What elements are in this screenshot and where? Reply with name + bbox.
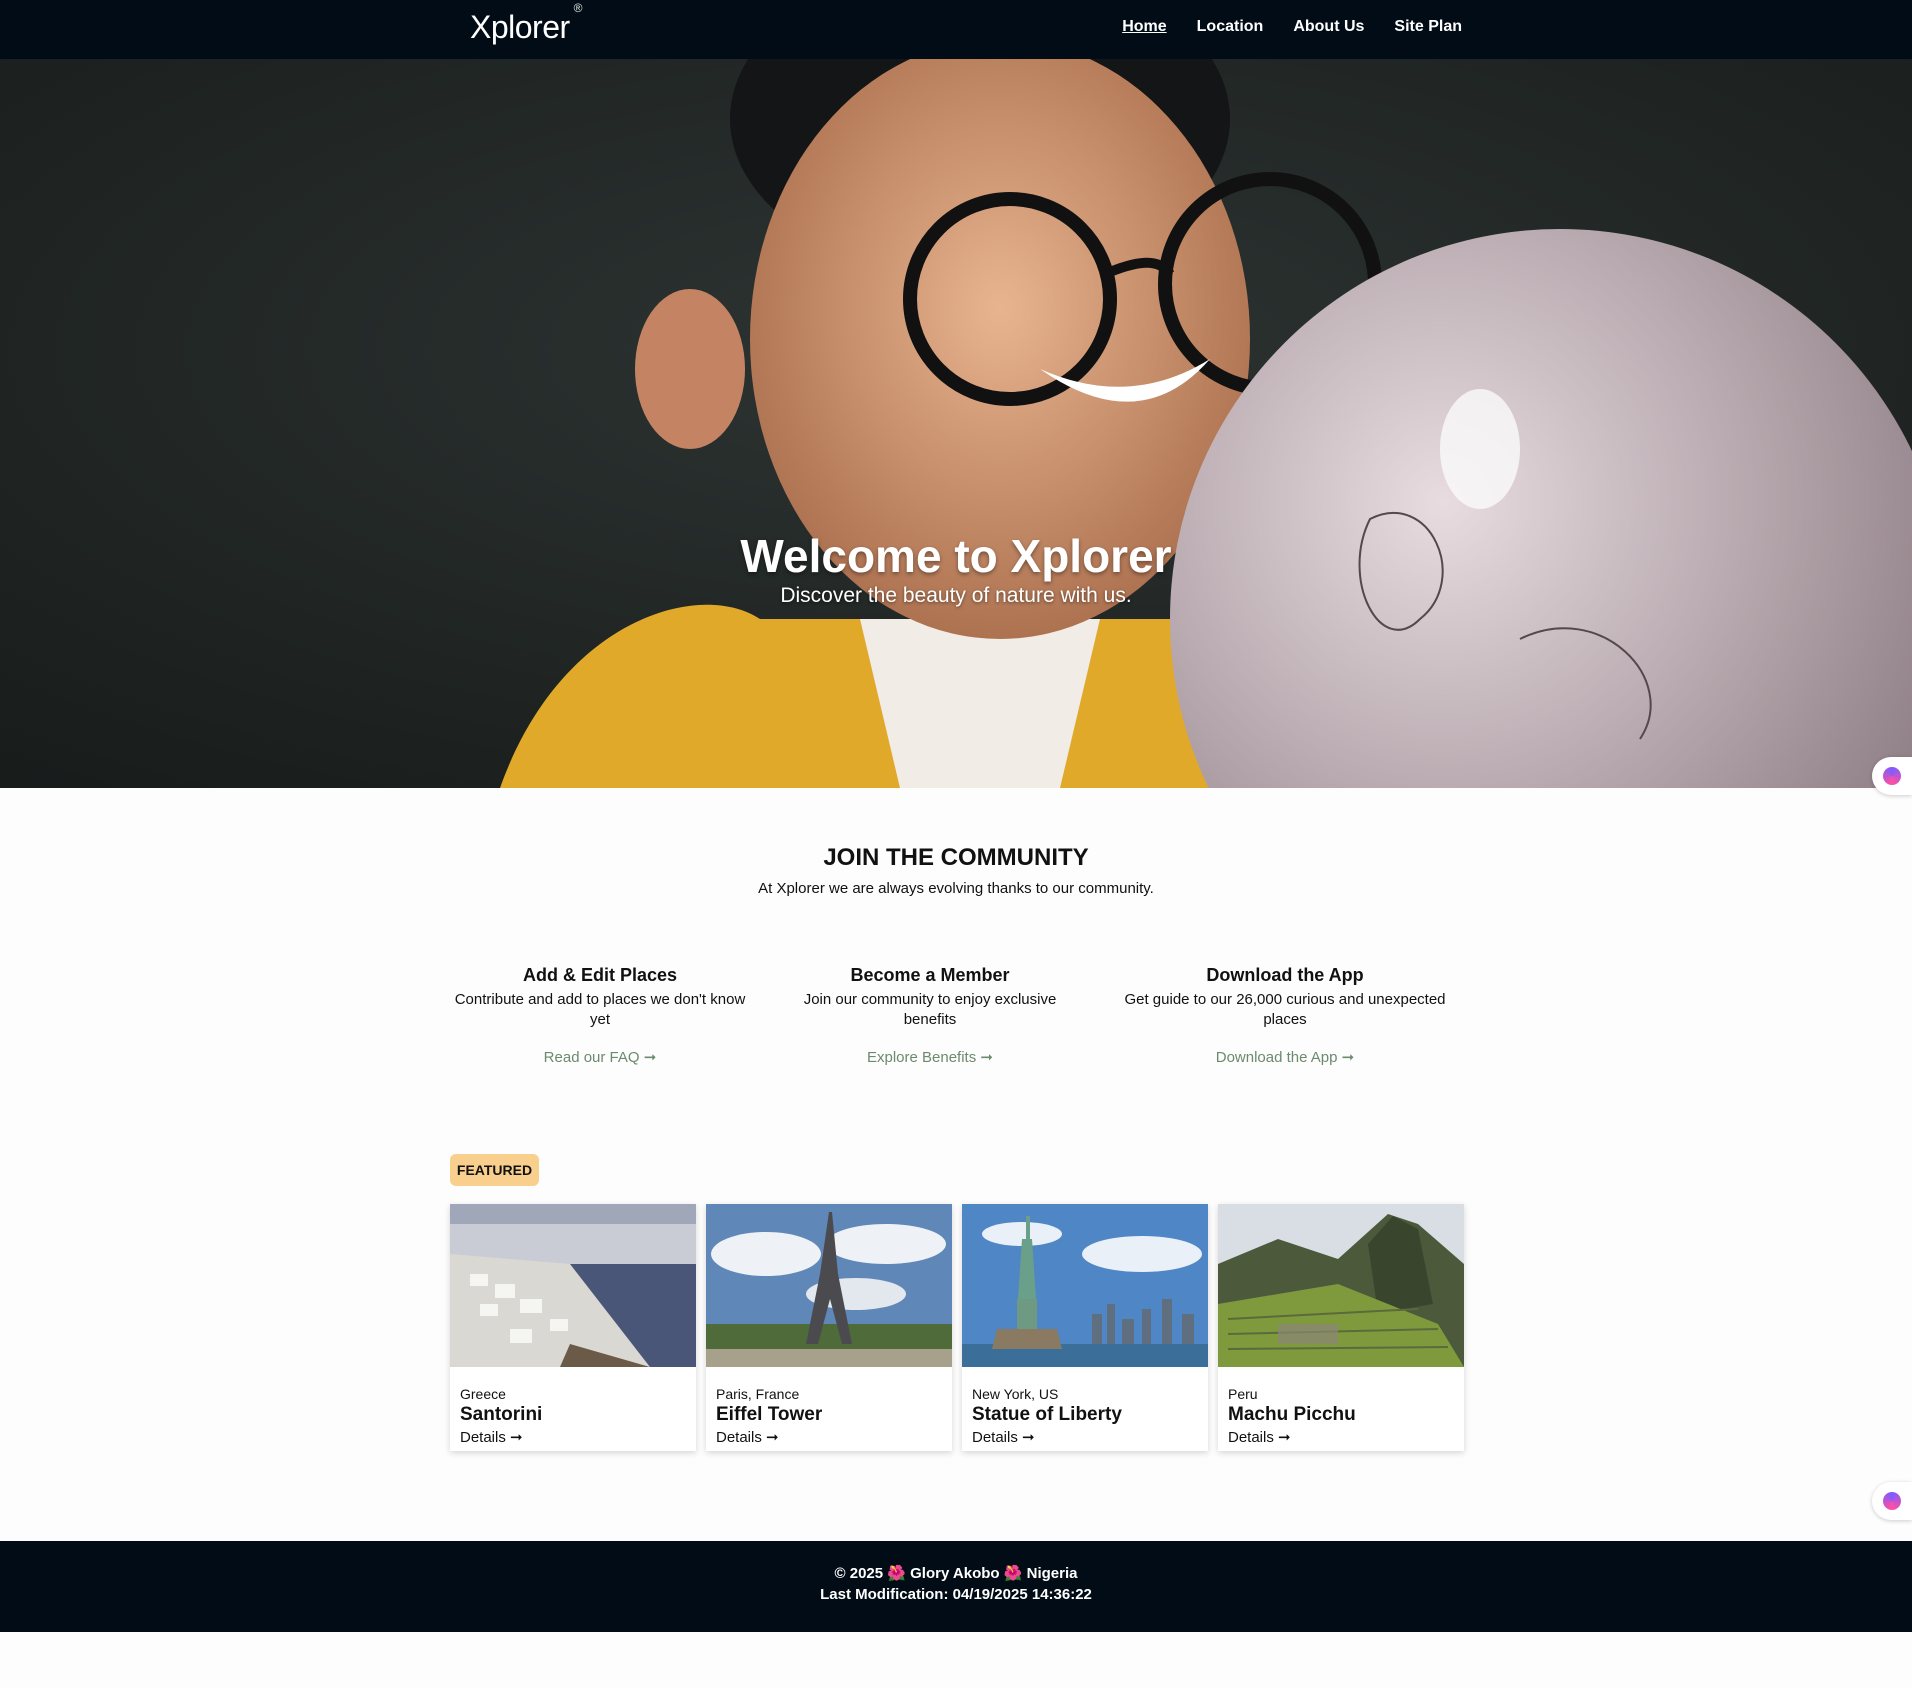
flower-icon: 🌺 (887, 1565, 906, 1582)
top-navbar: Xplorer® Home Location About Us Site Pla… (0, 0, 1912, 59)
card-location: Peru (1228, 1386, 1258, 1402)
feature-member: Become a Member Join our community to en… (790, 965, 1070, 1066)
download-app-link[interactable]: Download the App ➞ (1112, 1048, 1458, 1066)
card-location: New York, US (972, 1386, 1059, 1402)
place-card-machu-picchu[interactable]: Peru Machu Picchu Details ➞ (1218, 1204, 1464, 1451)
card-title: Statue of Liberty (972, 1404, 1122, 1425)
statue-of-liberty-image (962, 1204, 1208, 1367)
nav-location-link[interactable]: Location (1197, 18, 1264, 36)
arrow-right-icon: ➞ (980, 1049, 993, 1066)
card-details-link[interactable]: Details ➞ (716, 1428, 779, 1446)
card-title: Eiffel Tower (716, 1404, 823, 1425)
footer-copyright-line: © 2025 🌺 Glory Akobo 🌺 Nigeria (0, 1564, 1912, 1582)
feature-title: Download the App (1206, 965, 1364, 985)
hero-title: Welcome to Xplorer (740, 530, 1172, 582)
arrow-right-icon: ➞ (643, 1049, 657, 1066)
feature-title: Become a Member (850, 965, 1010, 985)
arrow-right-icon: ➞ (1278, 1429, 1291, 1446)
brand-logo[interactable]: Xplorer® (470, 1, 583, 46)
feature-text: Join our community to enjoy exclusive be… (803, 991, 1057, 1028)
site-footer: © 2025 🌺 Glory Akobo 🌺 Nigeria Last Modi… (0, 1541, 1912, 1632)
arrow-right-icon: ➞ (1341, 1049, 1355, 1066)
nav-home-link[interactable]: Home (1122, 18, 1166, 36)
flower-icon: 🌺 (1003, 1565, 1023, 1582)
featured-badge: FEATURED (450, 1154, 539, 1186)
author-country: Nigeria (1026, 1565, 1078, 1582)
side-widget-button[interactable] (1872, 1482, 1912, 1520)
arrow-right-icon: ➞ (510, 1429, 523, 1446)
feature-text: Get guide to our 26,000 curious and unex… (1124, 991, 1446, 1028)
feature-title: Add & Edit Places (522, 965, 678, 985)
place-card-statue-of-liberty[interactable]: New York, US Statue of Liberty Details ➞ (962, 1204, 1208, 1451)
copyright-text: © 2025 (834, 1565, 884, 1582)
card-title: Santorini (460, 1404, 543, 1425)
feature-text: Contribute and add to places we don't kn… (454, 991, 746, 1028)
nav-about-link[interactable]: About Us (1293, 18, 1364, 36)
card-title: Machu Picchu (1228, 1404, 1356, 1425)
community-title: JOIN THE COMMUNITY (823, 844, 1089, 871)
nav-site-plan-link[interactable]: Site Plan (1394, 18, 1462, 36)
community-subtitle: At Xplorer we are always evolving thanks… (758, 880, 1154, 897)
card-location: Paris, France (716, 1386, 800, 1402)
card-details-link[interactable]: Details ➞ (460, 1428, 523, 1446)
machu-picchu-image (1218, 1204, 1464, 1367)
brain-icon (1883, 767, 1901, 785)
last-modified: Last Modification: 04/19/2025 14:36:22 (820, 1586, 1092, 1603)
author-name: Glory Akobo (910, 1565, 1000, 1582)
santorini-image (450, 1204, 696, 1367)
hero-banner: Welcome to Xplorer Discover the beauty o… (0, 59, 1912, 788)
arrow-right-icon: ➞ (766, 1429, 779, 1446)
registered-mark: ® (573, 1, 583, 16)
main-nav: Home Location About Us Site Plan (1122, 18, 1462, 36)
side-widget-button[interactable] (1872, 757, 1912, 795)
card-location: Greece (460, 1386, 506, 1402)
feature-download-app: Download the App Get guide to our 26,000… (1112, 965, 1458, 1066)
explore-benefits-link[interactable]: Explore Benefits ➞ (790, 1048, 1070, 1066)
card-details-link[interactable]: Details ➞ (972, 1428, 1035, 1446)
brain-icon (1883, 1492, 1901, 1510)
hero-image (0, 59, 1912, 788)
feature-add-places: Add & Edit Places Contribute and add to … (450, 965, 750, 1066)
place-card-eiffel-tower[interactable]: Paris, France Eiffel Tower Details ➞ (706, 1204, 952, 1451)
hero-subtitle: Discover the beauty of nature with us. (780, 584, 1132, 607)
eiffel-tower-image (706, 1204, 952, 1367)
arrow-right-icon: ➞ (1022, 1429, 1035, 1446)
place-card-santorini[interactable]: Greece Santorini Details ➞ (450, 1204, 696, 1451)
card-details-link[interactable]: Details ➞ (1228, 1428, 1291, 1446)
brand-name: Xplorer (470, 9, 570, 45)
faq-link[interactable]: Read our FAQ ➞ (450, 1048, 750, 1066)
